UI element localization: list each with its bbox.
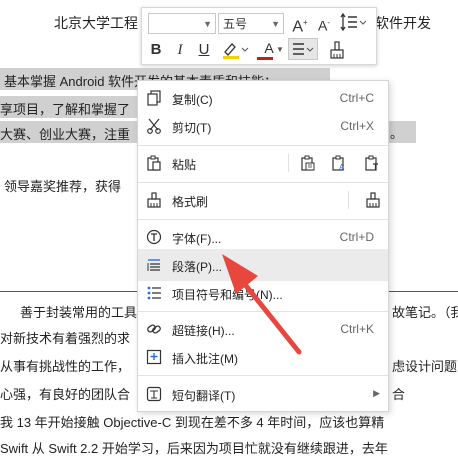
grow-font-button[interactable]: A+ bbox=[290, 13, 310, 37]
format-brush-icon bbox=[147, 192, 161, 208]
doc-title-left: 北京大学工程 bbox=[54, 15, 138, 31]
menu-item-bullets-numbering[interactable]: 项目符号和编号(N)... bbox=[138, 277, 388, 309]
menu-separator bbox=[138, 219, 388, 220]
shrink-font-button[interactable]: A- bbox=[314, 13, 334, 36]
doc-line: Swift 从 Swift 2.2 开始学习，后来因为项目忙就没有继续跟进，去年 bbox=[0, 441, 388, 456]
format-brush-icon bbox=[330, 41, 344, 59]
align-icon bbox=[293, 43, 314, 55]
font-size-value: 五号 bbox=[223, 17, 248, 31]
menu-item-shortcut: Ctrl+C bbox=[339, 91, 374, 105]
doc-line: 我 13 年开始接触 Objective-C 到现在差不多 4 年时间，应该也算… bbox=[0, 415, 385, 430]
chevron-down-icon: ▼ bbox=[271, 19, 280, 29]
doc-line: 善于封装常用的工具 bbox=[20, 305, 138, 320]
menu-item-insert-comment[interactable]: 插入批注(M) bbox=[138, 341, 388, 373]
menu-item-label: 粘贴 bbox=[172, 158, 197, 172]
doc-line-fragment: 。 bbox=[390, 126, 404, 141]
highlight-color-button[interactable] bbox=[220, 40, 250, 66]
menu-item-label: 插入批注(M) bbox=[172, 352, 238, 366]
doc-line-fragment: 合 bbox=[392, 387, 406, 402]
menu-separator bbox=[138, 182, 388, 183]
menu-item-cut[interactable]: 剪切(T) Ctrl+X bbox=[138, 110, 388, 142]
doc-line: 领导嘉奖推荐，获得 bbox=[4, 179, 122, 194]
menu-item-label: 项目符号和编号(N)... bbox=[172, 288, 283, 302]
doc-title-right: 软件开发 bbox=[375, 15, 431, 31]
copy-icon bbox=[147, 90, 161, 106]
align-button[interactable] bbox=[288, 38, 318, 60]
doc-line-fragment: 故笔记。（我 bbox=[392, 305, 458, 320]
bold-button[interactable]: B bbox=[146, 40, 166, 60]
menu-item-translate[interactable]: 短句翻译(T) ▶ bbox=[138, 378, 388, 410]
font-size-select[interactable]: 五号 ▼ bbox=[218, 13, 284, 34]
comment-icon bbox=[146, 349, 162, 365]
menu-item-label: 剪切(T) bbox=[172, 121, 212, 135]
line-spacing-button[interactable] bbox=[338, 12, 368, 37]
menu-item-shortcut: Ctrl+K bbox=[340, 322, 374, 336]
underline-button[interactable]: U bbox=[194, 40, 214, 60]
menu-item-label: 格式刷 bbox=[172, 195, 209, 209]
doc-line: 大赛、创业大赛，注重 bbox=[0, 127, 131, 142]
chevron-down-icon: ▼ bbox=[203, 19, 212, 29]
menu-item-label: 超链接(H)... bbox=[172, 324, 235, 338]
context-menu: 复制(C) Ctrl+C 剪切(T) Ctrl+X 粘贴 A 格式刷 字体(F)… bbox=[137, 80, 389, 412]
menu-item-label: 字体(F)... bbox=[172, 232, 222, 246]
menu-item-paste[interactable]: 粘贴 A bbox=[138, 147, 388, 179]
format-options-divider bbox=[348, 191, 349, 209]
doc-line: 心强，有良好的团队合 bbox=[0, 387, 131, 402]
font-color-button[interactable]: A ▼ bbox=[254, 38, 284, 60]
chevron-down-icon: ▼ bbox=[276, 45, 284, 54]
paste-options-divider bbox=[288, 154, 289, 172]
menu-separator bbox=[138, 311, 388, 312]
paste-keep-format-icon[interactable] bbox=[300, 155, 316, 171]
menu-item-label: 复制(C) bbox=[172, 93, 213, 107]
format-brush-multi-icon[interactable] bbox=[364, 192, 382, 208]
font-icon bbox=[146, 229, 162, 245]
doc-line-fragment: 虑设计问题 bbox=[392, 359, 458, 374]
mini-format-toolbar: ▼ 五号 ▼ A+ A- B I U A ▼ bbox=[141, 7, 377, 65]
menu-separator bbox=[138, 145, 388, 146]
highlighter-icon bbox=[223, 43, 249, 59]
menu-item-shortcut: Ctrl+X bbox=[340, 119, 374, 133]
font-color-label: A bbox=[264, 40, 274, 56]
shrink-font-label: A bbox=[317, 17, 328, 34]
italic-button[interactable]: I bbox=[170, 40, 190, 60]
doc-line: 从事有挑战性的工作， bbox=[0, 359, 131, 374]
paste-match-format-icon[interactable]: A bbox=[331, 155, 347, 171]
line-spacing-icon bbox=[340, 12, 367, 32]
doc-line: 享项目，了解和掌握了 bbox=[0, 102, 131, 117]
format-painter-button[interactable] bbox=[326, 40, 348, 66]
grow-font-label: A bbox=[292, 18, 303, 36]
menu-item-label: 短句翻译(T) bbox=[172, 389, 236, 403]
bullet-list-icon bbox=[147, 286, 161, 300]
paste-text-only-icon[interactable] bbox=[364, 155, 380, 171]
svg-text:A: A bbox=[339, 163, 345, 171]
menu-item-label: 段落(P)... bbox=[172, 260, 222, 274]
submenu-chevron-icon: ▶ bbox=[373, 388, 380, 398]
menu-separator bbox=[138, 375, 388, 376]
scissors-icon bbox=[147, 118, 161, 134]
menu-item-shortcut: Ctrl+D bbox=[339, 230, 374, 244]
paste-icon bbox=[147, 155, 161, 171]
font-color-swatch bbox=[257, 57, 273, 60]
translate-icon bbox=[146, 386, 162, 402]
font-name-select[interactable]: ▼ bbox=[148, 13, 216, 34]
paragraph-icon bbox=[147, 259, 160, 271]
link-icon bbox=[147, 324, 161, 334]
doc-line: 对新技术有着强烈的求 bbox=[0, 331, 131, 346]
menu-item-format-painter[interactable]: 格式刷 bbox=[138, 184, 388, 216]
